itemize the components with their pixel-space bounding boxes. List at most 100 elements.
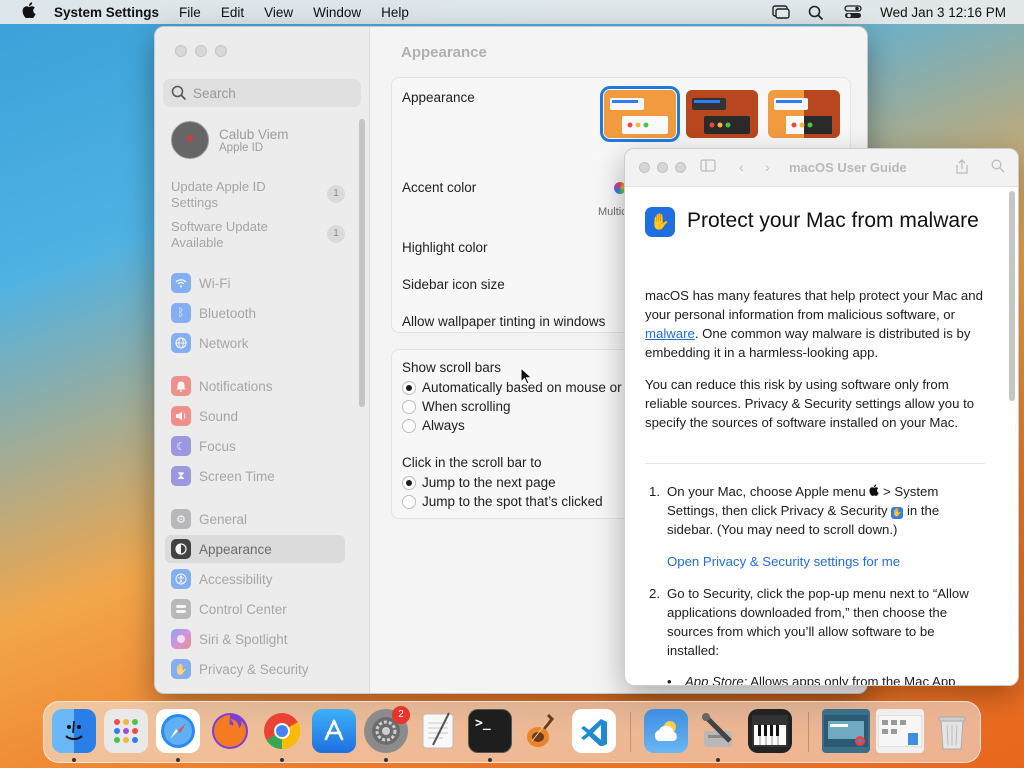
appearance-auto-thumbnail[interactable] — [768, 90, 840, 138]
hand-icon: ✋ — [171, 659, 191, 679]
account-name: Calub Viem — [219, 126, 289, 142]
sidebar-item-label: Sound — [199, 408, 239, 424]
sidebar-item-label: Bluetooth — [199, 305, 257, 321]
step-number: 2. — [649, 586, 660, 601]
avatar — [171, 121, 209, 159]
guide-minimize-button[interactable] — [657, 162, 668, 173]
guide-zoom-button[interactable] — [675, 162, 686, 173]
app-store-icon[interactable] — [312, 709, 356, 753]
running-indicator — [488, 758, 492, 762]
sidebar-item-label: Focus — [199, 438, 236, 454]
spotlight-search-icon[interactable] — [808, 5, 826, 21]
update-badge: 1 — [327, 185, 345, 203]
click-scroll-bar-label: Click in the scroll bar to — [402, 455, 542, 470]
appearance-light-thumbnail[interactable] — [600, 86, 680, 142]
launchpad-icon[interactable] — [104, 709, 148, 753]
malware-link[interactable]: malware — [645, 326, 695, 341]
search-placeholder: Search — [193, 85, 236, 101]
hourglass-icon: ⧗ — [171, 466, 191, 486]
sidebar-item-siri-spotlight[interactable]: Siri & Spotlight — [165, 625, 345, 653]
weather-icon[interactable] — [644, 709, 688, 753]
running-indicator — [72, 758, 76, 762]
piano-icon[interactable] — [748, 709, 792, 753]
sidebar-item-label: Appearance — [199, 541, 272, 557]
software-update-item[interactable]: Software Update Available 1 — [171, 219, 351, 251]
divider — [645, 463, 985, 464]
sidebar-item-notifications[interactable]: Notifications — [165, 372, 345, 400]
sidebar-item-screen-time[interactable]: ⧗ Screen Time — [165, 462, 345, 490]
sidebar-scrollbar[interactable] — [359, 119, 365, 407]
search-input[interactable]: Search — [163, 79, 361, 107]
app-store-bullet: • App Store: Allows apps only from the M… — [667, 674, 956, 686]
jump-next-page-radio[interactable]: Jump to the next page — [402, 475, 556, 490]
update-apple-id-item[interactable]: Update Apple ID Settings 1 — [171, 179, 351, 211]
sidebar-item-wifi[interactable]: Wi-Fi — [165, 269, 345, 297]
window-thumbnail-icon[interactable] — [822, 709, 870, 753]
guide-search-icon[interactable] — [991, 159, 1005, 176]
screen-mirroring-icon[interactable] — [772, 5, 790, 19]
safari-icon[interactable] — [156, 709, 200, 753]
step-1: 1. On your Mac, choose Apple menu > Syst… — [649, 484, 940, 537]
scroll-bars-always-radio[interactable]: Always — [402, 418, 465, 433]
guide-window-controls — [639, 162, 686, 173]
menu-app-name[interactable]: System Settings — [54, 5, 159, 20]
settings-sidebar: Search Calub Viem Apple ID Update Apple … — [155, 27, 370, 693]
chrome-icon[interactable] — [260, 709, 304, 753]
guide-scrollbar[interactable] — [1009, 191, 1015, 401]
minimize-button[interactable] — [195, 45, 207, 57]
sidebar-item-bluetooth[interactable]: ᛒ Bluetooth — [165, 299, 345, 327]
apple-id-account[interactable]: Calub Viem Apple ID — [171, 121, 289, 159]
finder-icon[interactable] — [52, 709, 96, 753]
back-icon[interactable]: ‹ — [739, 159, 744, 175]
scroll-bars-when-scrolling-radio[interactable]: When scrolling — [402, 399, 511, 414]
menu-file[interactable]: File — [179, 5, 201, 20]
window-thumbnail-icon[interactable] — [876, 709, 924, 753]
sidebar-item-label: General — [199, 511, 248, 527]
scroll-bars-auto-radio[interactable]: Automatically based on mouse or — [402, 380, 622, 395]
terminal-icon[interactable]: >_ — [468, 709, 512, 753]
intro-paragraph: macOS has many features that help protec… — [645, 288, 983, 360]
running-indicator — [716, 758, 720, 762]
trash-icon[interactable] — [930, 709, 974, 753]
utility-icon[interactable] — [696, 709, 740, 753]
control-center-icon[interactable] — [844, 5, 862, 19]
garageband-icon[interactable] — [520, 709, 564, 753]
sidebar-toggle-icon[interactable] — [700, 159, 716, 176]
vscode-icon[interactable] — [572, 709, 616, 753]
appearance-label: Appearance — [402, 90, 475, 105]
siri-icon — [171, 629, 191, 649]
sidebar-item-label: Siri & Spotlight — [199, 631, 288, 647]
firefox-icon[interactable] — [208, 709, 252, 753]
close-button[interactable] — [175, 45, 187, 57]
open-privacy-settings-link[interactable]: Open Privacy & Security settings for me — [667, 552, 1007, 571]
sidebar-icon-size-label: Sidebar icon size — [402, 277, 505, 292]
guide-toolbar: ‹ › macOS User Guide — [625, 149, 1018, 187]
appearance-dark-thumbnail[interactable] — [686, 90, 758, 138]
sidebar-item-focus[interactable]: ☾ Focus — [165, 432, 345, 460]
notification-badge: 2 — [392, 706, 410, 724]
menu-clock[interactable]: Wed Jan 3 12:16 PM — [880, 5, 1006, 20]
sidebar-item-privacy-security[interactable]: ✋ Privacy & Security — [165, 655, 345, 683]
share-icon[interactable] — [955, 159, 969, 178]
sidebar-item-appearance[interactable]: Appearance — [165, 535, 345, 563]
textedit-icon[interactable] — [416, 709, 460, 753]
menu-help[interactable]: Help — [381, 5, 409, 20]
sidebar-item-sound[interactable]: Sound — [165, 402, 345, 430]
menu-edit[interactable]: Edit — [221, 5, 244, 20]
forward-icon[interactable]: › — [765, 159, 770, 175]
speaker-icon — [171, 406, 191, 426]
menu-view[interactable]: View — [264, 5, 293, 20]
guide-close-button[interactable] — [639, 162, 650, 173]
jump-to-spot-radio[interactable]: Jump to the spot that’s clicked — [402, 494, 603, 509]
user-guide-window: ‹ › macOS User Guide ✋ Protect your Mac … — [624, 148, 1019, 686]
page-title: Appearance — [401, 44, 487, 61]
sidebar-item-control-center[interactable]: Control Center — [165, 595, 345, 623]
window-controls — [175, 45, 227, 57]
apple-menu-icon[interactable] — [16, 1, 42, 23]
dock-separator — [808, 712, 809, 752]
sidebar-item-network[interactable]: Network — [165, 329, 345, 357]
menu-window[interactable]: Window — [313, 5, 361, 20]
sidebar-item-accessibility[interactable]: Accessibility — [165, 565, 345, 593]
sidebar-item-general[interactable]: ⚙ General — [165, 505, 345, 533]
zoom-button[interactable] — [215, 45, 227, 57]
